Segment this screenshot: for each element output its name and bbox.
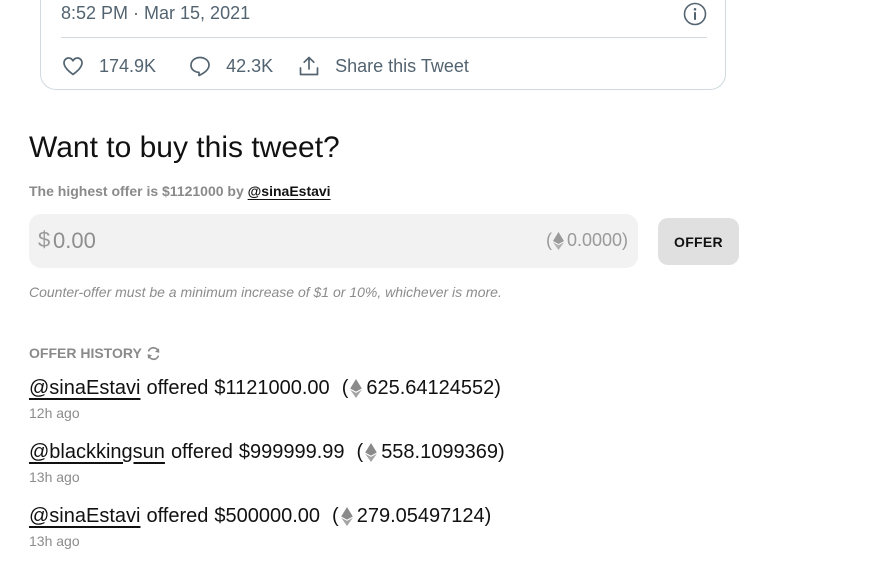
offer-history-title: OFFER HISTORY — [29, 345, 142, 361]
offered-word: offered — [146, 376, 209, 399]
offered-word: offered — [146, 504, 209, 527]
offer-eth-value: 558.1099369) — [381, 440, 505, 463]
share-label: Share this Tweet — [335, 55, 469, 76]
eth-open-paren: ( — [341, 376, 349, 399]
share-tweet-button[interactable]: Share this Tweet — [297, 54, 469, 78]
ethereum-icon — [365, 442, 377, 462]
offer-amount: $1121000.00 — [214, 376, 330, 399]
offer-history-line: @blackkingsun offered $999999.99 ( 558.1… — [29, 439, 729, 465]
offer-time: 13h ago — [29, 533, 80, 549]
offer-history-item: @sinaEstavi offered $1121000.00 ( 625.64… — [29, 375, 729, 439]
offer-input-container: $ ( 0.0000) — [29, 214, 638, 268]
offer-eth-value: 279.05497124) — [356, 504, 492, 527]
offer-history-line: @sinaEstavi offered $1121000.00 ( 625.64… — [29, 375, 729, 401]
offer-amount: $500000.00 — [214, 504, 321, 527]
eth-equivalent: ( 0.0000) — [546, 230, 628, 251]
eth-open-paren: ( — [545, 230, 552, 250]
offer-amount-input[interactable] — [53, 222, 523, 260]
currency-symbol: $ — [38, 227, 51, 252]
eth-open-paren: ( — [356, 440, 364, 463]
offer-time: 12h ago — [29, 405, 80, 421]
comment-icon — [190, 56, 210, 77]
offer-amount: $999999.99 — [238, 440, 345, 463]
offer-user-link[interactable]: @blackkingsun — [29, 441, 165, 464]
offer-eth-amount: ( 279.05497124) — [332, 505, 491, 528]
ethereum-icon — [350, 378, 363, 398]
tweet-card: 8:52 PM · Mar 15, 2021 174.9K 42.3K Shar… — [40, 0, 726, 90]
offer-history-list: @sinaEstavi offered $1121000.00 ( 625.64… — [29, 375, 729, 561]
counter-offer-note: Counter-offer must be a minimum increase… — [29, 284, 502, 300]
offered-word: offered — [170, 440, 233, 463]
eth-equivalent-value: 0.0000) — [566, 230, 628, 250]
eth-open-paren: ( — [332, 504, 339, 527]
buy-title: Want to buy this tweet? — [29, 131, 340, 164]
offer-user-link[interactable]: @sinaEstavi — [29, 377, 140, 400]
offer-history-line: @sinaEstavi offered $500000.00 ( 279.054… — [29, 503, 729, 529]
tweet-timestamp[interactable]: 8:52 PM · Mar 15, 2021 — [61, 3, 250, 24]
ethereum-icon — [552, 231, 564, 250]
offer-history-item: @blackkingsun offered $999999.99 ( 558.1… — [29, 439, 729, 503]
highest-offer-user-link[interactable]: @sinaEstavi — [248, 183, 331, 199]
refresh-icon[interactable] — [146, 346, 161, 361]
highest-offer-text: The highest offer is $1121000 by @sinaEs… — [29, 183, 331, 199]
info-icon[interactable] — [683, 2, 707, 26]
offer-history-item: @sinaEstavi offered $500000.00 ( 279.054… — [29, 503, 729, 561]
tweet-actions: 174.9K 42.3K Share this Tweet — [61, 52, 469, 80]
offer-eth-amount: ( 558.1099369) — [357, 441, 505, 464]
offer-time: 13h ago — [29, 469, 80, 485]
offer-user-link[interactable]: @sinaEstavi — [29, 505, 140, 528]
reply-count: 42.3K — [226, 55, 274, 76]
offer-eth-amount: ( 625.64124552) — [342, 377, 501, 400]
offer-eth-value: 625.64124552) — [366, 376, 501, 399]
highest-offer-prefix: The highest offer is $1121000 by — [29, 183, 244, 199]
share-upload-icon — [299, 56, 319, 76]
ethereum-icon — [340, 506, 353, 526]
page: 8:52 PM · Mar 15, 2021 174.9K 42.3K Shar… — [0, 0, 877, 561]
heart-icon — [63, 57, 83, 76]
tweet-divider — [61, 37, 707, 38]
reply-button[interactable]: 42.3K — [188, 54, 273, 78]
offer-history-heading: OFFER HISTORY — [29, 345, 161, 361]
offer-button[interactable]: OFFER — [658, 218, 739, 265]
like-count: 174.9K — [99, 55, 157, 76]
like-button[interactable]: 174.9K — [61, 54, 156, 78]
